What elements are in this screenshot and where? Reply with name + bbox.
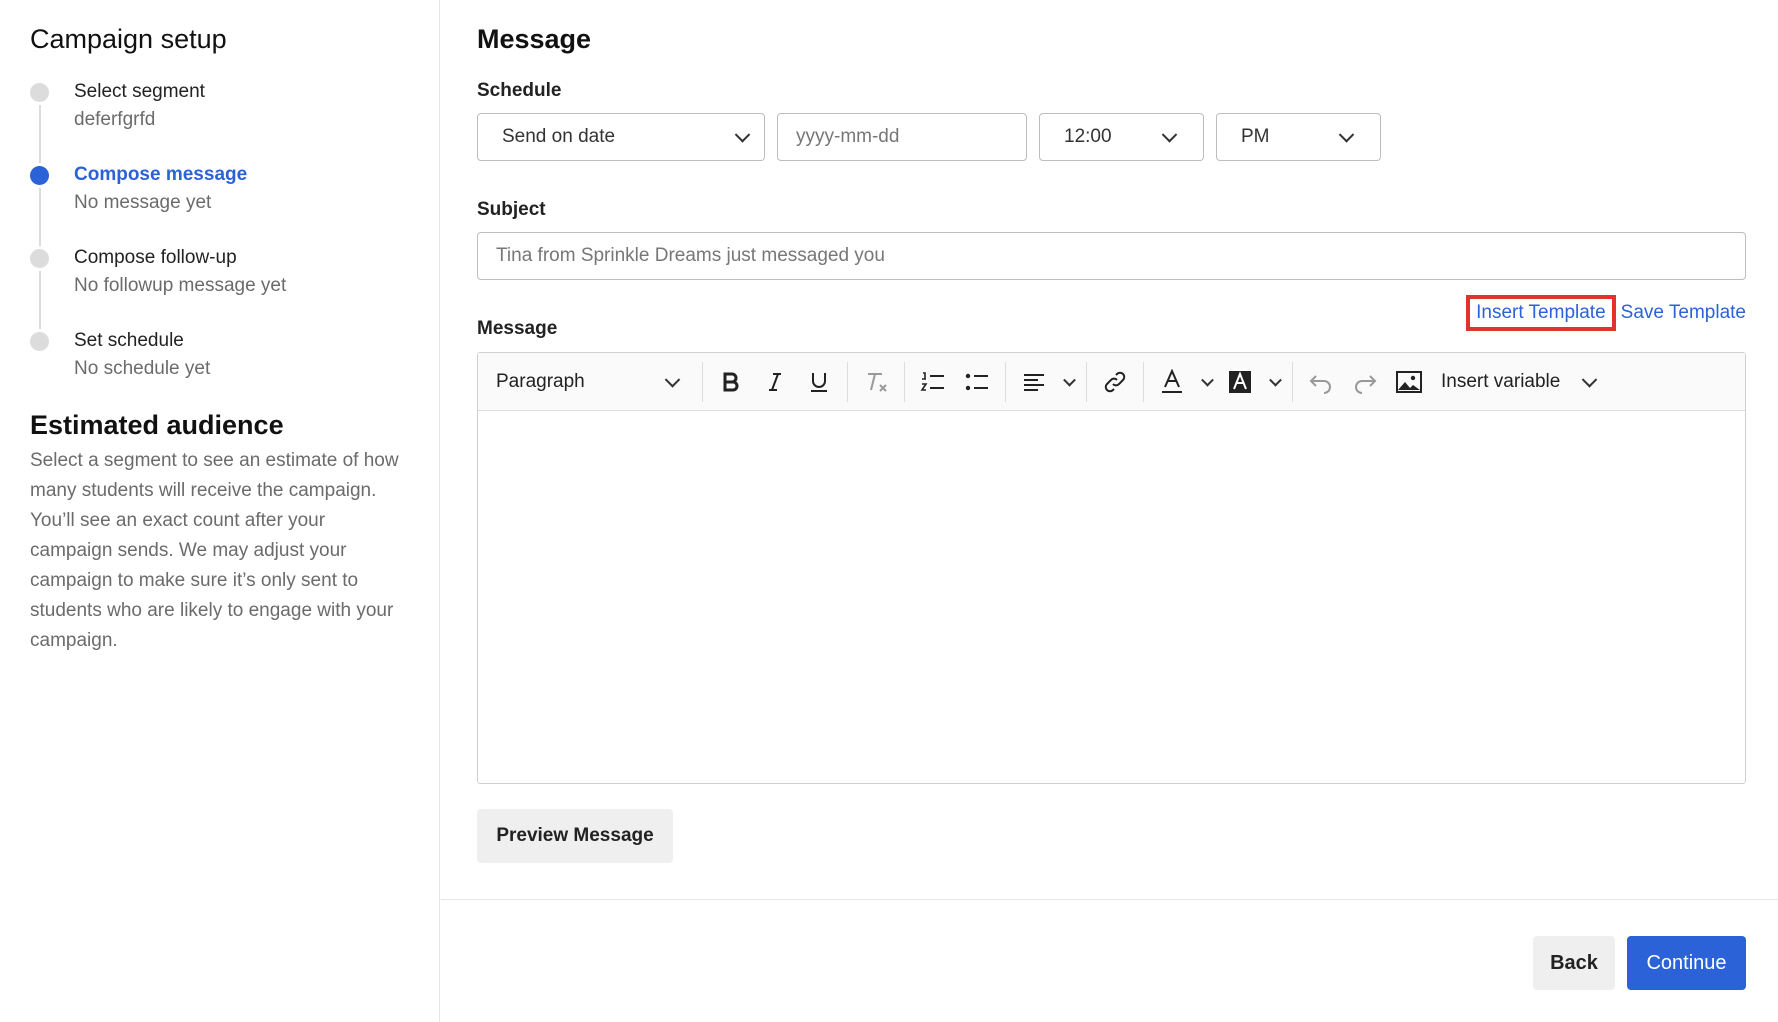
text-color-button[interactable]: [1150, 362, 1194, 402]
step-dot: [30, 332, 49, 351]
ampm-select[interactable]: PM: [1216, 113, 1381, 161]
insert-template-link[interactable]: Insert Template: [1466, 295, 1616, 331]
back-button[interactable]: Back: [1533, 936, 1615, 990]
step-sub: No schedule yet: [74, 358, 211, 379]
message-body-textarea[interactable]: [478, 411, 1745, 783]
estimated-audience-text: Select a segment to see an estimate of h…: [30, 450, 399, 651]
editor-toolbar: Paragraph Insert variable: [478, 353, 1745, 411]
chevron-down-icon: [1581, 371, 1598, 388]
redo-icon: [1355, 374, 1377, 394]
time-value: 12:00: [1064, 126, 1112, 147]
step-dot: [30, 249, 49, 268]
link-icon: [1104, 371, 1126, 392]
bold-icon: [723, 372, 739, 391]
highlight-color-button[interactable]: [1218, 362, 1262, 402]
subject-input[interactable]: Tina from Sprinkle Dreams just messaged …: [477, 232, 1746, 280]
chevron-down-icon: [664, 371, 681, 388]
date-input[interactable]: yyyy-mm-dd: [777, 113, 1027, 161]
italic-button[interactable]: [753, 362, 797, 402]
step-connector: [39, 188, 41, 246]
step-label: Compose message: [74, 164, 248, 185]
step-label: Select segment: [74, 81, 205, 102]
step-label: Compose follow-up: [74, 247, 237, 268]
insert-variable-label: Insert variable: [1441, 370, 1561, 392]
step-connector: [39, 271, 41, 329]
preview-message-button[interactable]: Preview Message: [477, 809, 673, 863]
redo-button[interactable]: [1343, 362, 1387, 402]
text-color-icon: [1162, 368, 1182, 393]
chevron-down-icon: [1161, 127, 1178, 143]
step-set-schedule[interactable]: Set schedule No schedule yet: [30, 329, 286, 412]
message-editor: Paragraph Insert variable: [477, 352, 1746, 784]
send-option-select[interactable]: Send on date: [477, 113, 765, 161]
subject-placeholder: Tina from Sprinkle Dreams just messaged …: [496, 245, 885, 266]
estimated-audience-title: Estimated audience: [30, 410, 284, 440]
step-sub: No message yet: [74, 192, 212, 213]
image-icon: [1396, 370, 1422, 393]
background-color-icon: [1229, 370, 1251, 393]
insert-image-button[interactable]: [1387, 362, 1431, 402]
step-dot: [30, 83, 49, 102]
ordered-list-icon: [920, 371, 944, 391]
sidebar: Campaign setup Select segment deferfgrfd…: [0, 0, 440, 1022]
toolbar-divider: [1143, 361, 1144, 402]
template-links: Insert Template Save Template: [1466, 295, 1746, 331]
chevron-down-icon: [1338, 127, 1355, 143]
align-button[interactable]: [1012, 362, 1056, 402]
send-option-value: Send on date: [502, 126, 616, 147]
toolbar-divider: [1005, 361, 1006, 402]
step-compose-follow-up[interactable]: Compose follow-up No followup message ye…: [30, 246, 286, 329]
subject-label: Subject: [477, 199, 546, 220]
underline-icon: [811, 372, 827, 392]
insert-variable-select[interactable]: Insert variable: [1431, 362, 1601, 402]
footer-divider: [441, 899, 1778, 900]
link-button[interactable]: [1093, 362, 1137, 402]
schedule-label: Schedule: [477, 80, 562, 101]
step-label: Set schedule: [74, 330, 184, 351]
bullet-list-button[interactable]: [955, 362, 999, 402]
sidebar-title: Campaign setup: [30, 24, 227, 54]
toolbar-divider: [904, 361, 905, 402]
step-select-segment[interactable]: Select segment deferfgrfd: [30, 80, 286, 163]
main-panel: Message Schedule Send on date yyyy-mm-dd…: [441, 0, 1778, 1022]
date-placeholder: yyyy-mm-dd: [796, 126, 900, 147]
page-title: Message: [477, 24, 592, 54]
toolbar-divider: [1292, 361, 1293, 402]
paragraph-style-select[interactable]: Paragraph: [496, 362, 696, 402]
bullet-list-icon: [965, 373, 988, 390]
step-sub: No followup message yet: [74, 275, 287, 296]
chevron-down-icon: [1063, 373, 1076, 387]
ampm-value: PM: [1241, 126, 1270, 147]
continue-button[interactable]: Continue: [1627, 936, 1746, 990]
toolbar-divider: [847, 361, 848, 402]
clear-format-button[interactable]: [854, 362, 898, 402]
clear-format-icon: [868, 372, 887, 392]
step-connector: [39, 105, 41, 163]
text-color-dropdown[interactable]: [1194, 362, 1218, 402]
chevron-down-icon: [1269, 373, 1282, 387]
chevron-down-icon: [1201, 373, 1214, 387]
chevron-down-icon: [734, 127, 751, 143]
step-sub: deferfgrfd: [74, 109, 156, 130]
align-dropdown[interactable]: [1056, 362, 1080, 402]
paragraph-style-value: Paragraph: [496, 370, 585, 392]
save-template-link[interactable]: Save Template: [1621, 302, 1746, 324]
align-left-icon: [1024, 373, 1044, 391]
step-list: Select segment deferfgrfd Compose messag…: [30, 80, 286, 412]
step-compose-message[interactable]: Compose message No message yet: [30, 163, 286, 246]
step-dot: [30, 166, 49, 185]
highlight-color-dropdown[interactable]: [1262, 362, 1286, 402]
undo-button[interactable]: [1299, 362, 1343, 402]
undo-icon: [1309, 374, 1331, 394]
italic-icon: [769, 372, 781, 391]
bold-button[interactable]: [709, 362, 753, 402]
underline-button[interactable]: [797, 362, 841, 402]
ordered-list-button[interactable]: [911, 362, 955, 402]
toolbar-divider: [1086, 361, 1087, 402]
toolbar-divider: [702, 361, 703, 402]
time-select[interactable]: 12:00: [1039, 113, 1204, 161]
message-label: Message: [477, 318, 558, 339]
